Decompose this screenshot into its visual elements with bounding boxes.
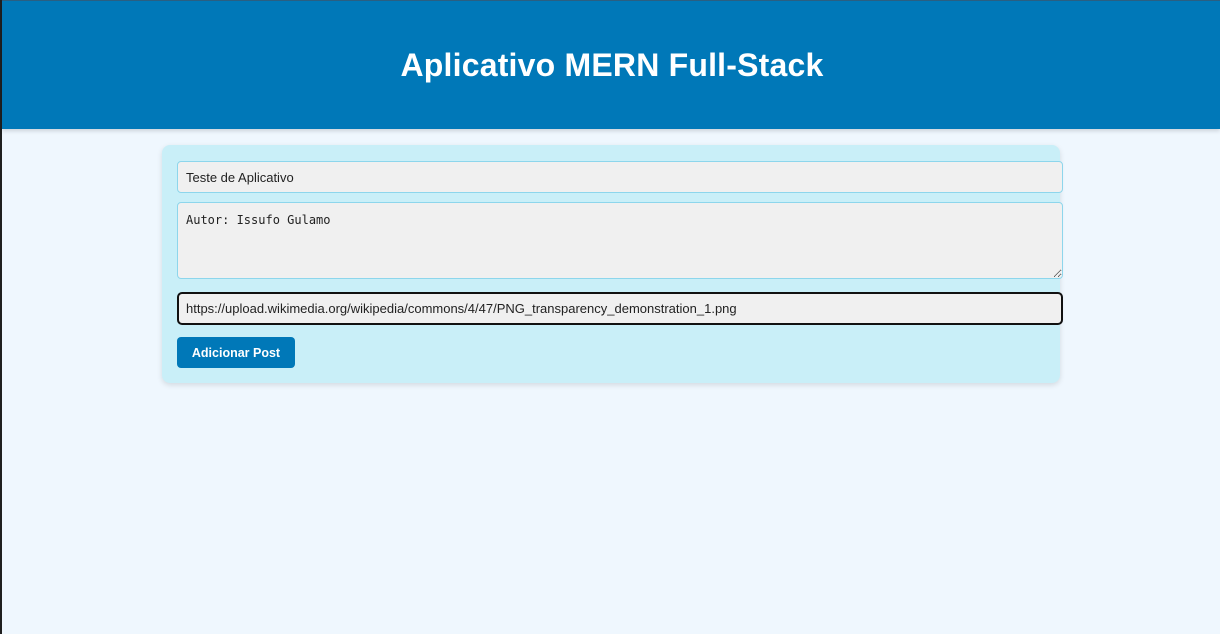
image-url-input[interactable] xyxy=(177,292,1063,325)
post-form: Adicionar Post xyxy=(162,145,1063,383)
page-title: Aplicativo MERN Full-Stack xyxy=(400,46,824,83)
title-input[interactable] xyxy=(177,161,1063,193)
app-header: Aplicativo MERN Full-Stack xyxy=(2,0,1220,129)
add-post-button[interactable]: Adicionar Post xyxy=(177,337,295,368)
content-textarea[interactable] xyxy=(177,202,1063,279)
